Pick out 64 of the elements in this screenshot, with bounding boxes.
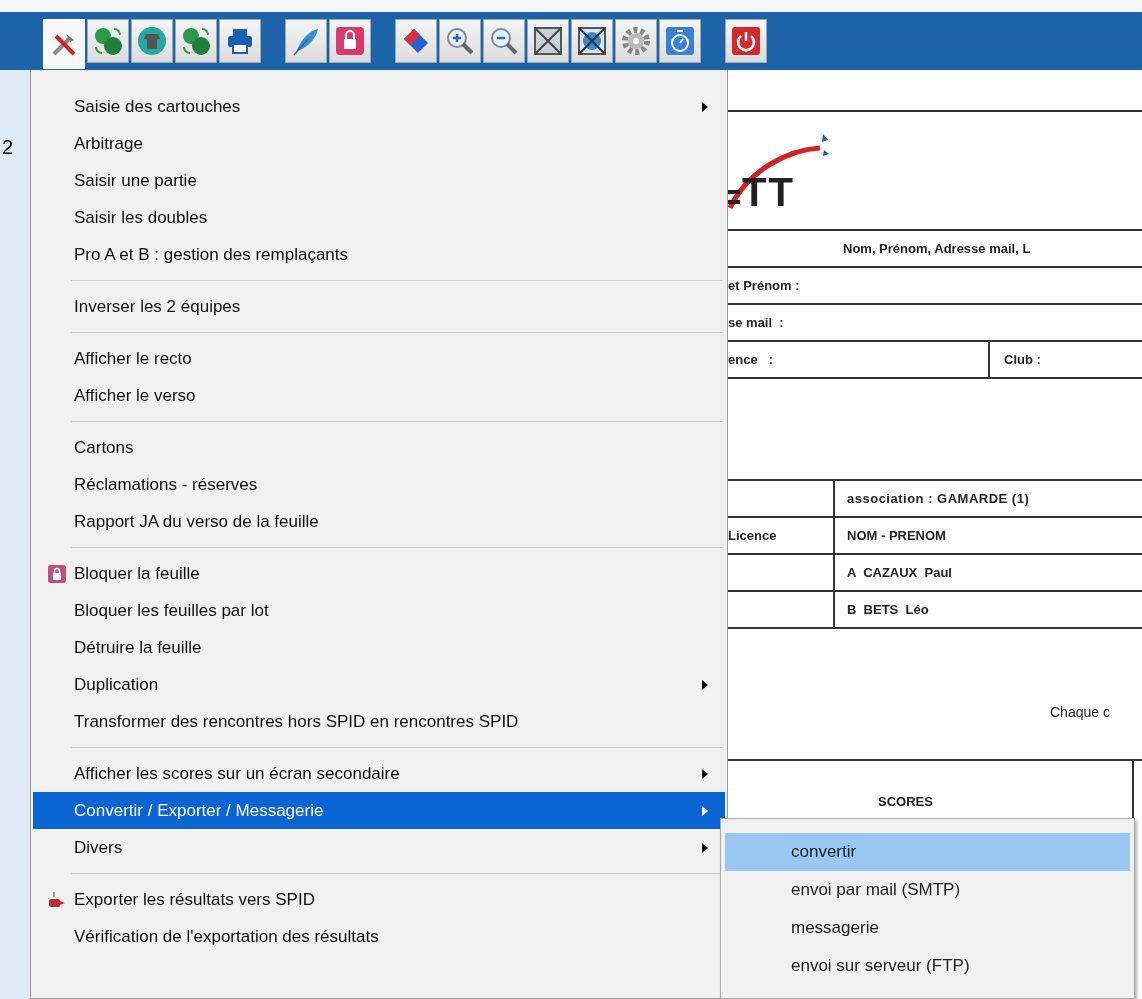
circles-icon	[180, 25, 212, 57]
crossed-circle-icon	[576, 25, 608, 57]
toolbar-button[interactable]	[483, 19, 525, 63]
toolbar-button[interactable]	[725, 19, 767, 63]
submenu-arrow-icon	[701, 767, 709, 780]
section-header: Nom, Prénom, Adresse mail, L	[843, 241, 1031, 256]
menu-item[interactable]: Détruire la feuille	[33, 629, 725, 666]
note-text: Chaque c	[1050, 704, 1110, 720]
field-label: et Prénom :	[728, 278, 800, 293]
toolbar-button[interactable]	[571, 19, 613, 63]
table-cell: B BETS Léo	[847, 602, 929, 617]
menu-item[interactable]: Rapport JA du verso de la feuille	[33, 503, 725, 540]
menu-item[interactable]: Exporter les résultats vers SPID	[33, 881, 725, 918]
menu-item[interactable]: Divers	[33, 829, 725, 866]
zoom-in-icon	[444, 25, 476, 57]
lock-icon	[334, 25, 366, 57]
menu-item[interactable]: Inverser les 2 équipes	[33, 288, 725, 325]
submenu-item[interactable]: envoi sur serveur (FTP)	[725, 947, 1130, 985]
menu-item[interactable]: Transformer des rencontres hors SPID en rencontres SPID	[33, 703, 725, 740]
menu-item[interactable]: Bloquer la feuille	[33, 555, 725, 592]
circles-icon	[92, 25, 124, 57]
toolbar-button[interactable]	[219, 19, 261, 63]
table-cell: NOM - PRENOM	[847, 528, 946, 543]
crossed-box-icon	[532, 25, 564, 57]
menu-item[interactable]: Pro A et B : gestion des remplaçants	[33, 236, 725, 273]
settings-icon	[620, 25, 652, 57]
table-cell: Licence	[728, 528, 777, 543]
toolbar-button[interactable]	[439, 19, 481, 63]
field-label: ence :	[728, 352, 773, 367]
lock-icon	[46, 563, 67, 584]
toolbar-button[interactable]	[395, 19, 437, 63]
toolbar-button[interactable]	[131, 19, 173, 63]
menu-item[interactable]: Saisir les doubles	[33, 199, 725, 236]
menu-item[interactable]: Convertir / Exporter / Messagerie	[33, 792, 725, 829]
submenu-item[interactable]: envoi par mail (SMTP)	[725, 871, 1130, 909]
submenu-arrow-icon	[701, 841, 709, 854]
table-header: association : GAMARDE (1)	[847, 491, 1030, 506]
export-icon	[46, 889, 67, 910]
table-cell: A CAZAUX Paul	[847, 565, 952, 580]
menu-item[interactable]: Afficher le recto	[33, 340, 725, 377]
submenu-arrow-icon	[701, 804, 709, 817]
zoom-out-icon	[488, 25, 520, 57]
logo-text: TT	[742, 170, 795, 215]
menu-item[interactable]: Saisie des cartouches	[33, 88, 725, 125]
submenu-item[interactable]: convertir	[725, 833, 1130, 871]
menu-item[interactable]: Afficher le verso	[33, 377, 725, 414]
submenu-arrow-icon	[701, 678, 709, 691]
menu-item[interactable]: Saisir une partie	[33, 162, 725, 199]
menu-item[interactable]: Duplication	[33, 666, 725, 703]
field-label: Club :	[1004, 352, 1041, 367]
toolbar-button[interactable]	[527, 19, 569, 63]
menu-item[interactable]: Bloquer les feuilles par lot	[33, 592, 725, 629]
field-label: se mail :	[728, 315, 784, 330]
submenu-arrow-icon	[701, 100, 709, 113]
menu-item[interactable]: Cartons	[33, 429, 725, 466]
menu-item[interactable]: Arbitrage	[33, 125, 725, 162]
shirt-icon	[136, 25, 168, 57]
stopwatch-icon	[664, 25, 696, 57]
power-icon	[730, 25, 762, 57]
table-header: SCORES	[878, 793, 933, 809]
submenu-item[interactable]: messagerie	[725, 909, 1130, 947]
menu-item[interactable]: Réclamations - réserves	[33, 466, 725, 503]
page-number: 2	[2, 136, 14, 159]
menu-item[interactable]: Afficher les scores sur un écran secondaire	[33, 755, 725, 792]
